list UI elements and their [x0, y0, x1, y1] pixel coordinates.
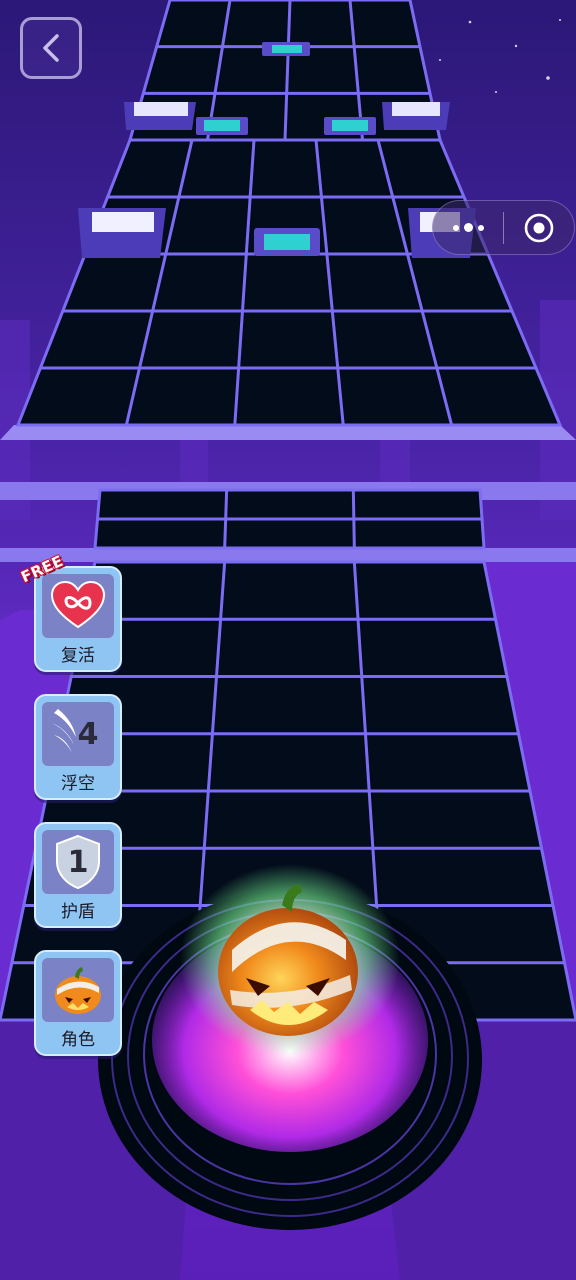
more-dots-icon — [452, 223, 484, 232]
infinity-heart-icon — [50, 581, 106, 629]
miniprogram-capsule — [432, 200, 575, 255]
character-select-button[interactable]: 角色 — [34, 950, 122, 1056]
float-art: 4 — [42, 702, 114, 766]
revive-art — [42, 574, 114, 638]
float-powerup-button[interactable]: 4 浮空 — [34, 694, 122, 800]
pumpkin-icon — [55, 967, 101, 1014]
more-menu-button[interactable] — [433, 201, 503, 254]
character-art — [42, 958, 114, 1022]
close-miniprogram-button[interactable] — [504, 201, 574, 254]
float-count: 4 — [77, 716, 99, 752]
shield-powerup-button[interactable]: 1 护盾 — [34, 822, 122, 928]
chevron-left-icon — [43, 34, 59, 62]
shield-label: 护盾 — [61, 902, 95, 922]
revive-label: 复活 — [61, 646, 95, 666]
shield-art: 1 — [42, 830, 114, 894]
revive-powerup-button[interactable]: 复活 — [34, 566, 122, 672]
shield-count: 1 — [67, 844, 89, 880]
character-label: 角色 — [61, 1030, 95, 1050]
float-label: 浮空 — [61, 774, 95, 794]
back-button[interactable] — [20, 17, 82, 79]
target-circle-icon — [524, 213, 554, 242]
